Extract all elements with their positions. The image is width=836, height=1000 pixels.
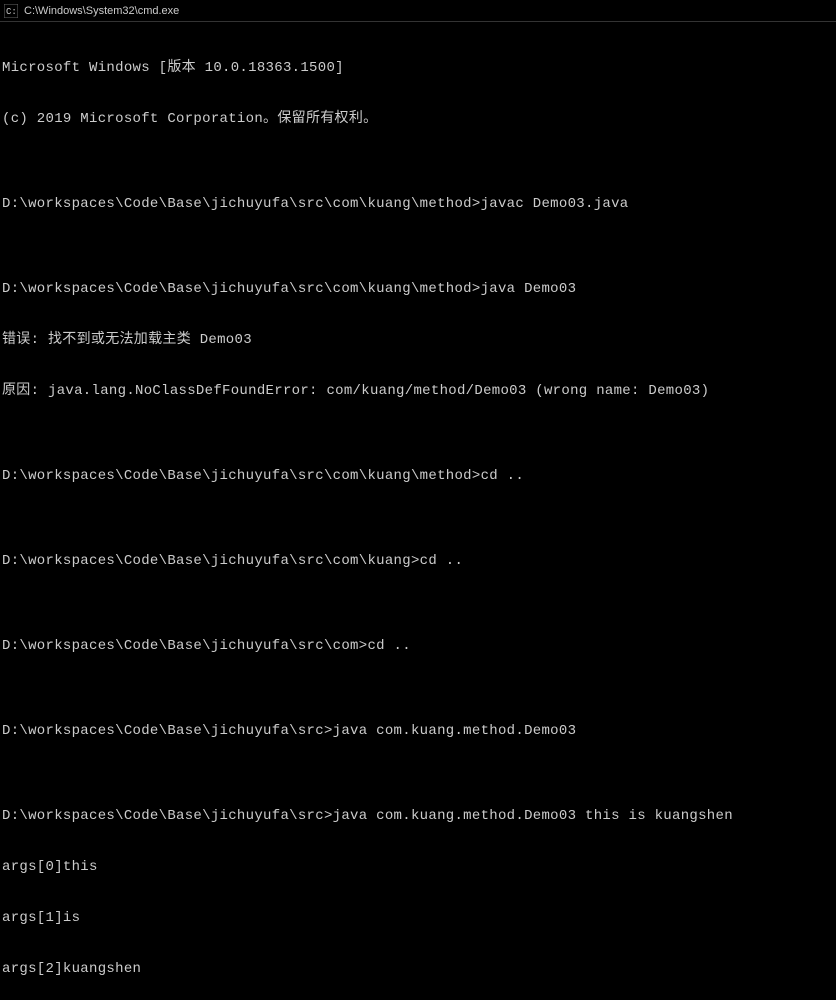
terminal-line: 错误: 找不到或无法加载主类 Demo03 (2, 332, 834, 349)
terminal-line: D:\workspaces\Code\Base\jichuyufa\src\co… (2, 553, 834, 570)
terminal-line: D:\workspaces\Code\Base\jichuyufa\src\co… (2, 638, 834, 655)
terminal-line: D:\workspaces\Code\Base\jichuyufa\src\co… (2, 196, 834, 213)
terminal-line: D:\workspaces\Code\Base\jichuyufa\src\co… (2, 468, 834, 485)
terminal-line: 原因: java.lang.NoClassDefFoundError: com/… (2, 383, 834, 400)
svg-text:C:: C: (6, 7, 17, 17)
window-title: C:\Windows\System32\cmd.exe (24, 5, 179, 17)
terminal-line: D:\workspaces\Code\Base\jichuyufa\src>ja… (2, 723, 834, 740)
terminal-output[interactable]: Microsoft Windows [版本 10.0.18363.1500] (… (0, 22, 836, 1000)
cmd-icon: C: (4, 4, 18, 18)
terminal-line: args[1]is (2, 910, 834, 927)
terminal-line: Microsoft Windows [版本 10.0.18363.1500] (2, 60, 834, 77)
terminal-line: args[2]kuangshen (2, 961, 834, 978)
terminal-line: D:\workspaces\Code\Base\jichuyufa\src>ja… (2, 808, 834, 825)
terminal-line: (c) 2019 Microsoft Corporation。保留所有权利。 (2, 111, 834, 128)
window-title-bar[interactable]: C: C:\Windows\System32\cmd.exe (0, 0, 836, 22)
terminal-line: args[0]this (2, 859, 834, 876)
terminal-line: D:\workspaces\Code\Base\jichuyufa\src\co… (2, 281, 834, 298)
